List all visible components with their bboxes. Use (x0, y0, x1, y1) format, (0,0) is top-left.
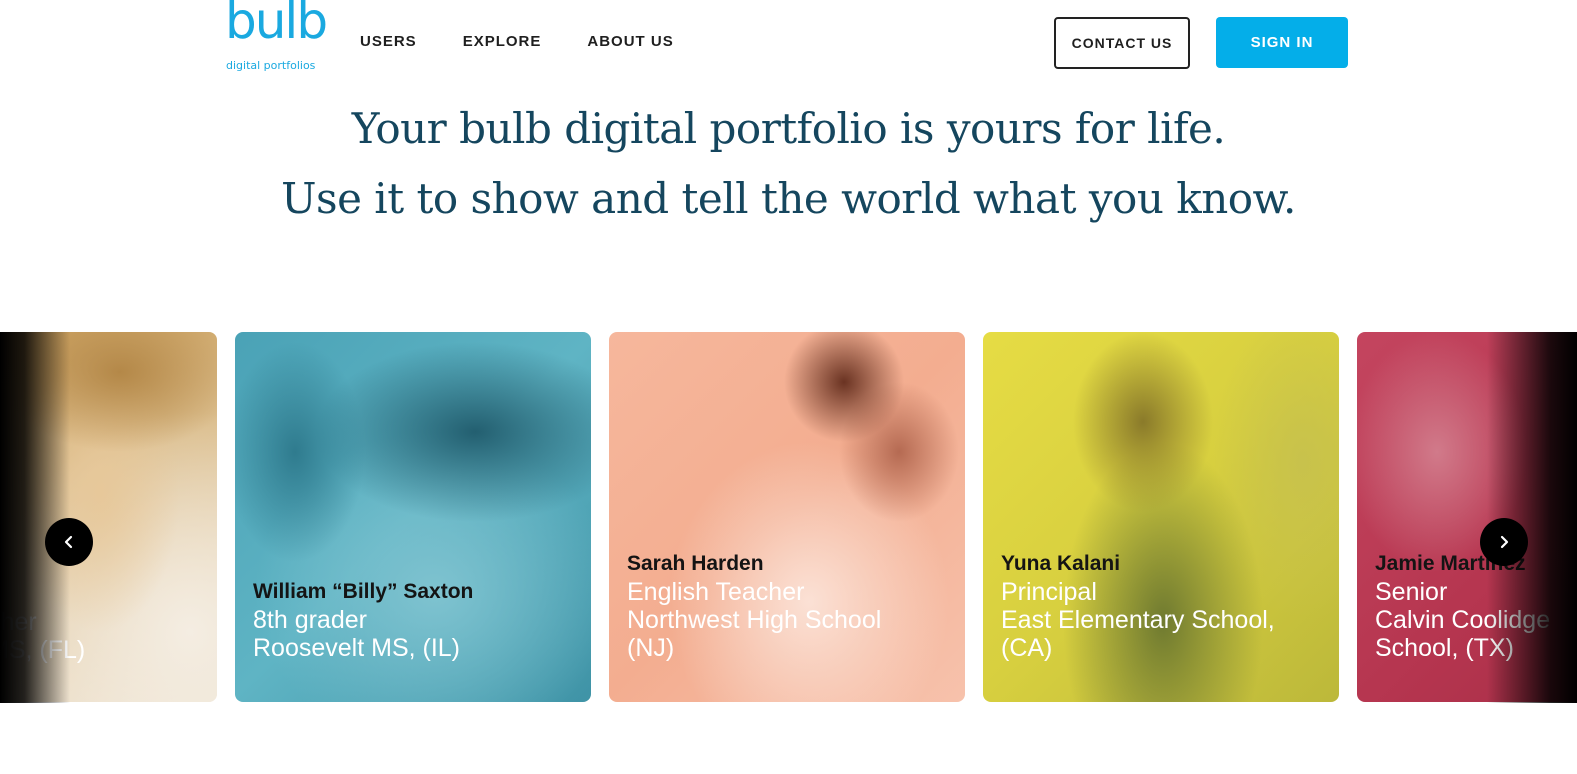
nav-users[interactable]: USERS (360, 33, 417, 51)
card-role: Senior (1375, 578, 1448, 606)
logo-tagline: digital portfolios (226, 59, 316, 72)
portfolio-card[interactable]: Yuna Kalani Principal East Elementary Sc… (983, 332, 1339, 702)
portfolio-card[interactable]: Jamie Martinez Senior Calvin Coolidge Sc… (1357, 332, 1577, 702)
portfolio-card[interactable]: Sarah Harden English Teacher Northwest H… (609, 332, 965, 702)
card-school: MS, (FL) (0, 636, 86, 664)
bulb-logo[interactable]: bulb digital portfolios (225, 0, 328, 76)
card-info: Sarah Harden English Teacher Northwest H… (627, 550, 957, 662)
hero-headline-line-1: Your bulb digital portfolio is yours for… (351, 104, 1226, 153)
card-school: Calvin Coolidge School, (TX) (1375, 606, 1551, 662)
card-info: z cher MS, (FL) (0, 580, 209, 664)
portfolio-card[interactable]: z cher MS, (FL) (0, 332, 217, 702)
carousel-next-button[interactable] (1480, 518, 1528, 566)
card-role: English Teacher (627, 578, 805, 606)
card-role: cher (0, 608, 37, 636)
card-name: Sarah Harden (627, 552, 764, 575)
main-nav: USERS EXPLORE ABOUT US (360, 33, 674, 51)
card-school: East Elementary School, (CA) (1001, 606, 1275, 662)
logo-wordmark: bulb (225, 0, 328, 50)
card-school: Roosevelt MS, (IL) (253, 634, 461, 662)
card-info: Yuna Kalani Principal East Elementary Sc… (1001, 550, 1331, 662)
contact-us-button[interactable]: CONTACT US (1054, 17, 1190, 69)
sign-in-button[interactable]: SIGN IN (1216, 17, 1348, 68)
card-school: Northwest High School (NJ) (627, 606, 882, 662)
nav-explore[interactable]: EXPLORE (463, 33, 542, 51)
card-name: Jamie Martinez (1375, 552, 1526, 575)
chevron-right-icon (1500, 535, 1509, 549)
card-name: Yuna Kalani (1001, 552, 1121, 575)
portfolio-card[interactable]: William “Billy” Saxton 8th grader Roosev… (235, 332, 591, 702)
nav-about-us[interactable]: ABOUT US (587, 33, 673, 51)
card-info: William “Billy” Saxton 8th grader Roosev… (253, 578, 583, 662)
card-name: z (0, 580, 209, 608)
chevron-left-icon (64, 535, 73, 549)
card-name: William “Billy” Saxton (253, 580, 474, 603)
portfolio-carousel: z cher MS, (FL) William “Billy” Saxton 8… (0, 332, 1577, 703)
carousel-prev-button[interactable] (45, 518, 93, 566)
site-header: bulb digital portfolios USERS EXPLORE AB… (0, 0, 1577, 86)
card-role: Principal (1001, 578, 1097, 606)
card-info: Jamie Martinez Senior Calvin Coolidge Sc… (1375, 550, 1577, 662)
hero: Your bulb digital portfolio is yours for… (0, 94, 1577, 234)
card-role: 8th grader (253, 606, 367, 634)
hero-headline-line-2: Use it to show and tell the world what y… (281, 174, 1296, 223)
